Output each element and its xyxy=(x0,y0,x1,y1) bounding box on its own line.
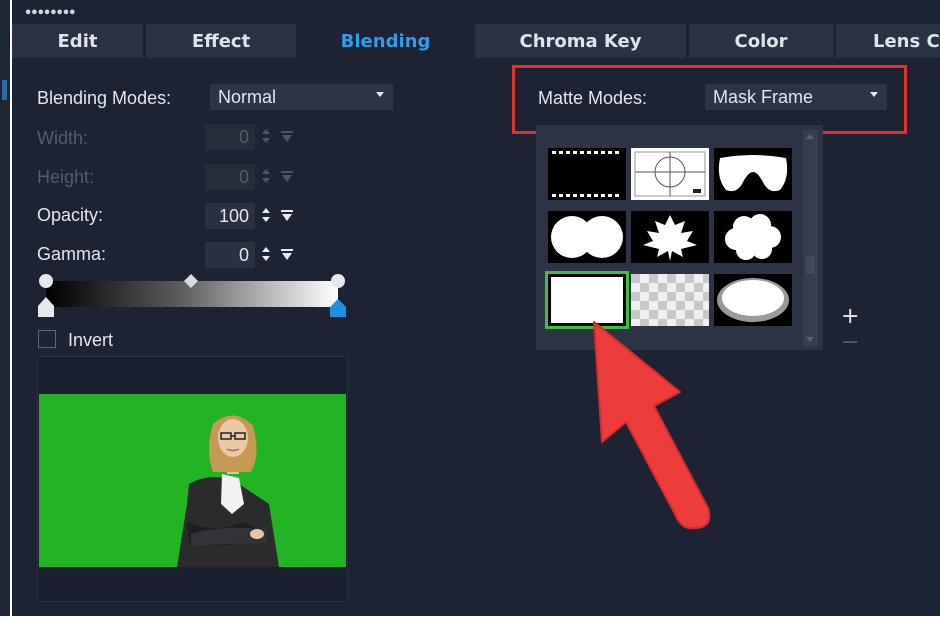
dropdown-arrow-icon xyxy=(870,92,878,97)
scroll-thumb[interactable] xyxy=(806,256,815,274)
width-spinner-icon[interactable] xyxy=(258,124,274,150)
matte-modes-label: Matte Modes: xyxy=(538,88,648,108)
add-mask-button[interactable]: + xyxy=(841,304,859,329)
scroll-up-icon[interactable] xyxy=(806,134,814,139)
tab-chroma-key[interactable]: Chroma Key xyxy=(475,24,686,58)
black-point-handle xyxy=(39,274,53,288)
height-input[interactable]: 0 xyxy=(205,164,255,190)
opacity-spinner-icon[interactable] xyxy=(258,203,274,229)
drag-handle-icon[interactable]: •••••••• xyxy=(24,7,77,20)
mask-thumb-cloud[interactable] xyxy=(714,211,792,263)
dropdown-arrow-icon xyxy=(376,92,384,97)
tab-bar: Edit Effect Blending Chroma Key Color Le… xyxy=(12,24,940,58)
black-output-handle xyxy=(38,297,54,317)
opacity-label: Opacity: xyxy=(37,205,104,225)
tab-color[interactable]: Color xyxy=(689,24,833,58)
gamma-label: Gamma: xyxy=(37,244,107,264)
opacity-keyframe-icon[interactable] xyxy=(280,209,294,223)
gamma-spinner-icon[interactable] xyxy=(258,242,274,268)
left-accent xyxy=(2,80,7,100)
height-label: Height: xyxy=(37,167,95,187)
app-window: •••••••• Edit Effect Blending Chroma Key… xyxy=(0,0,940,620)
width-label: Width: xyxy=(37,128,89,148)
mask-thumb-film-strip[interactable] xyxy=(548,148,626,200)
midpoint-handle xyxy=(184,274,198,288)
invert-checkbox[interactable] xyxy=(38,330,56,348)
blending-modes-label: Blending Modes: xyxy=(37,88,172,108)
height-spinner-icon[interactable] xyxy=(258,164,274,190)
mask-thumb-crosshair-target[interactable] xyxy=(631,148,709,200)
blending-modes-value: Normal xyxy=(218,86,277,107)
matte-modes-value: Mask Frame xyxy=(713,86,814,107)
white-point-handle xyxy=(331,274,345,288)
tab-edit[interactable]: Edit xyxy=(12,24,143,58)
mask-thumb-maple-leaf[interactable] xyxy=(631,211,709,263)
gamma-handles[interactable] xyxy=(34,271,354,321)
mask-thumb-goggles[interactable] xyxy=(714,148,792,200)
preview-video xyxy=(39,394,346,567)
tab-lens-correction[interactable]: Lens C xyxy=(836,24,940,58)
matte-modes-select[interactable]: Mask Frame xyxy=(705,84,887,110)
bottom-border xyxy=(0,616,940,620)
height-keyframe-icon[interactable] xyxy=(280,170,294,184)
width-keyframe-icon[interactable] xyxy=(280,130,294,144)
tab-blending[interactable]: Blending xyxy=(299,24,472,58)
remove-mask-button[interactable]: − xyxy=(841,330,859,355)
gamma-keyframe-icon[interactable] xyxy=(280,248,294,262)
presenter-figure xyxy=(39,394,346,567)
tab-effect[interactable]: Effect xyxy=(146,24,296,58)
gamma-input[interactable]: 0 xyxy=(205,242,255,268)
thumbnail-scrollbar[interactable] xyxy=(803,130,818,346)
opacity-input[interactable]: 100 xyxy=(205,203,255,229)
invert-label: Invert xyxy=(68,330,114,350)
white-output-handle xyxy=(330,299,346,317)
scroll-down-icon[interactable] xyxy=(806,337,814,342)
mask-thumb-double-circle[interactable] xyxy=(548,211,626,263)
blending-modes-select[interactable]: Normal xyxy=(210,84,393,110)
annotation-arrow xyxy=(593,321,711,530)
left-edge-strip xyxy=(0,0,10,620)
width-input[interactable]: 0 xyxy=(205,124,255,150)
